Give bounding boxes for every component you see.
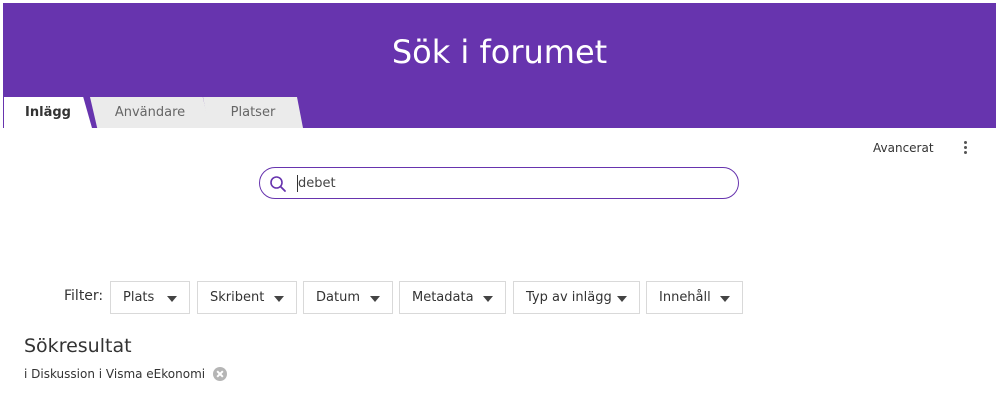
search-box <box>259 167 739 199</box>
filter-typ-dropdown[interactable]: Typ av inlägg <box>513 281 640 314</box>
filter-plats-dropdown[interactable]: Plats <box>110 281 190 314</box>
filter-metadata-dropdown[interactable]: Metadata <box>399 281 506 314</box>
filter-label-text: Datum <box>316 290 360 305</box>
caret-down-icon <box>483 296 493 302</box>
filter-label-text: Plats <box>123 290 155 305</box>
filter-label-text: Skribent <box>210 290 265 305</box>
search-input[interactable] <box>298 173 718 193</box>
caret-down-icon <box>617 296 627 302</box>
header-banner: Sök i forumet Inlägg Användare Platser <box>3 3 996 128</box>
more-options-icon[interactable] <box>958 141 972 159</box>
filter-label-text: Metadata <box>412 290 474 305</box>
search-icon[interactable] <box>269 175 287 193</box>
filter-label: Filter: <box>64 288 104 304</box>
tab-label: Platser <box>230 105 276 120</box>
tab-anvandare[interactable]: Användare <box>90 97 210 128</box>
page-title: Sök i forumet <box>391 33 608 71</box>
tab-label: Användare <box>114 105 186 120</box>
page: Sök i forumet Inlägg Användare Platser A… <box>3 3 996 397</box>
caret-down-icon <box>370 296 380 302</box>
tab-inlagg[interactable]: Inlägg <box>4 97 92 128</box>
advanced-search-link[interactable]: Avancerat <box>873 141 934 155</box>
tab-label: Inlägg <box>25 105 71 120</box>
search-scope-chip: i Diskussion i Visma eEkonomi <box>24 367 228 381</box>
filter-datum-dropdown[interactable]: Datum <box>303 281 393 314</box>
caret-down-icon <box>274 296 284 302</box>
filter-skribent-dropdown[interactable]: Skribent <box>197 281 297 314</box>
caret-down-icon <box>167 296 177 302</box>
filter-label-text: Typ av inlägg <box>526 290 612 305</box>
scope-text: i Diskussion i Visma eEkonomi <box>24 367 206 381</box>
filter-innehall-dropdown[interactable]: Innehåll <box>646 281 743 314</box>
caret-down-icon <box>720 296 730 302</box>
tab-platser[interactable]: Platser <box>203 97 303 128</box>
clear-scope-icon[interactable] <box>213 367 228 381</box>
filter-label-text: Innehåll <box>659 290 711 305</box>
results-heading: Sökresultat <box>24 335 132 357</box>
